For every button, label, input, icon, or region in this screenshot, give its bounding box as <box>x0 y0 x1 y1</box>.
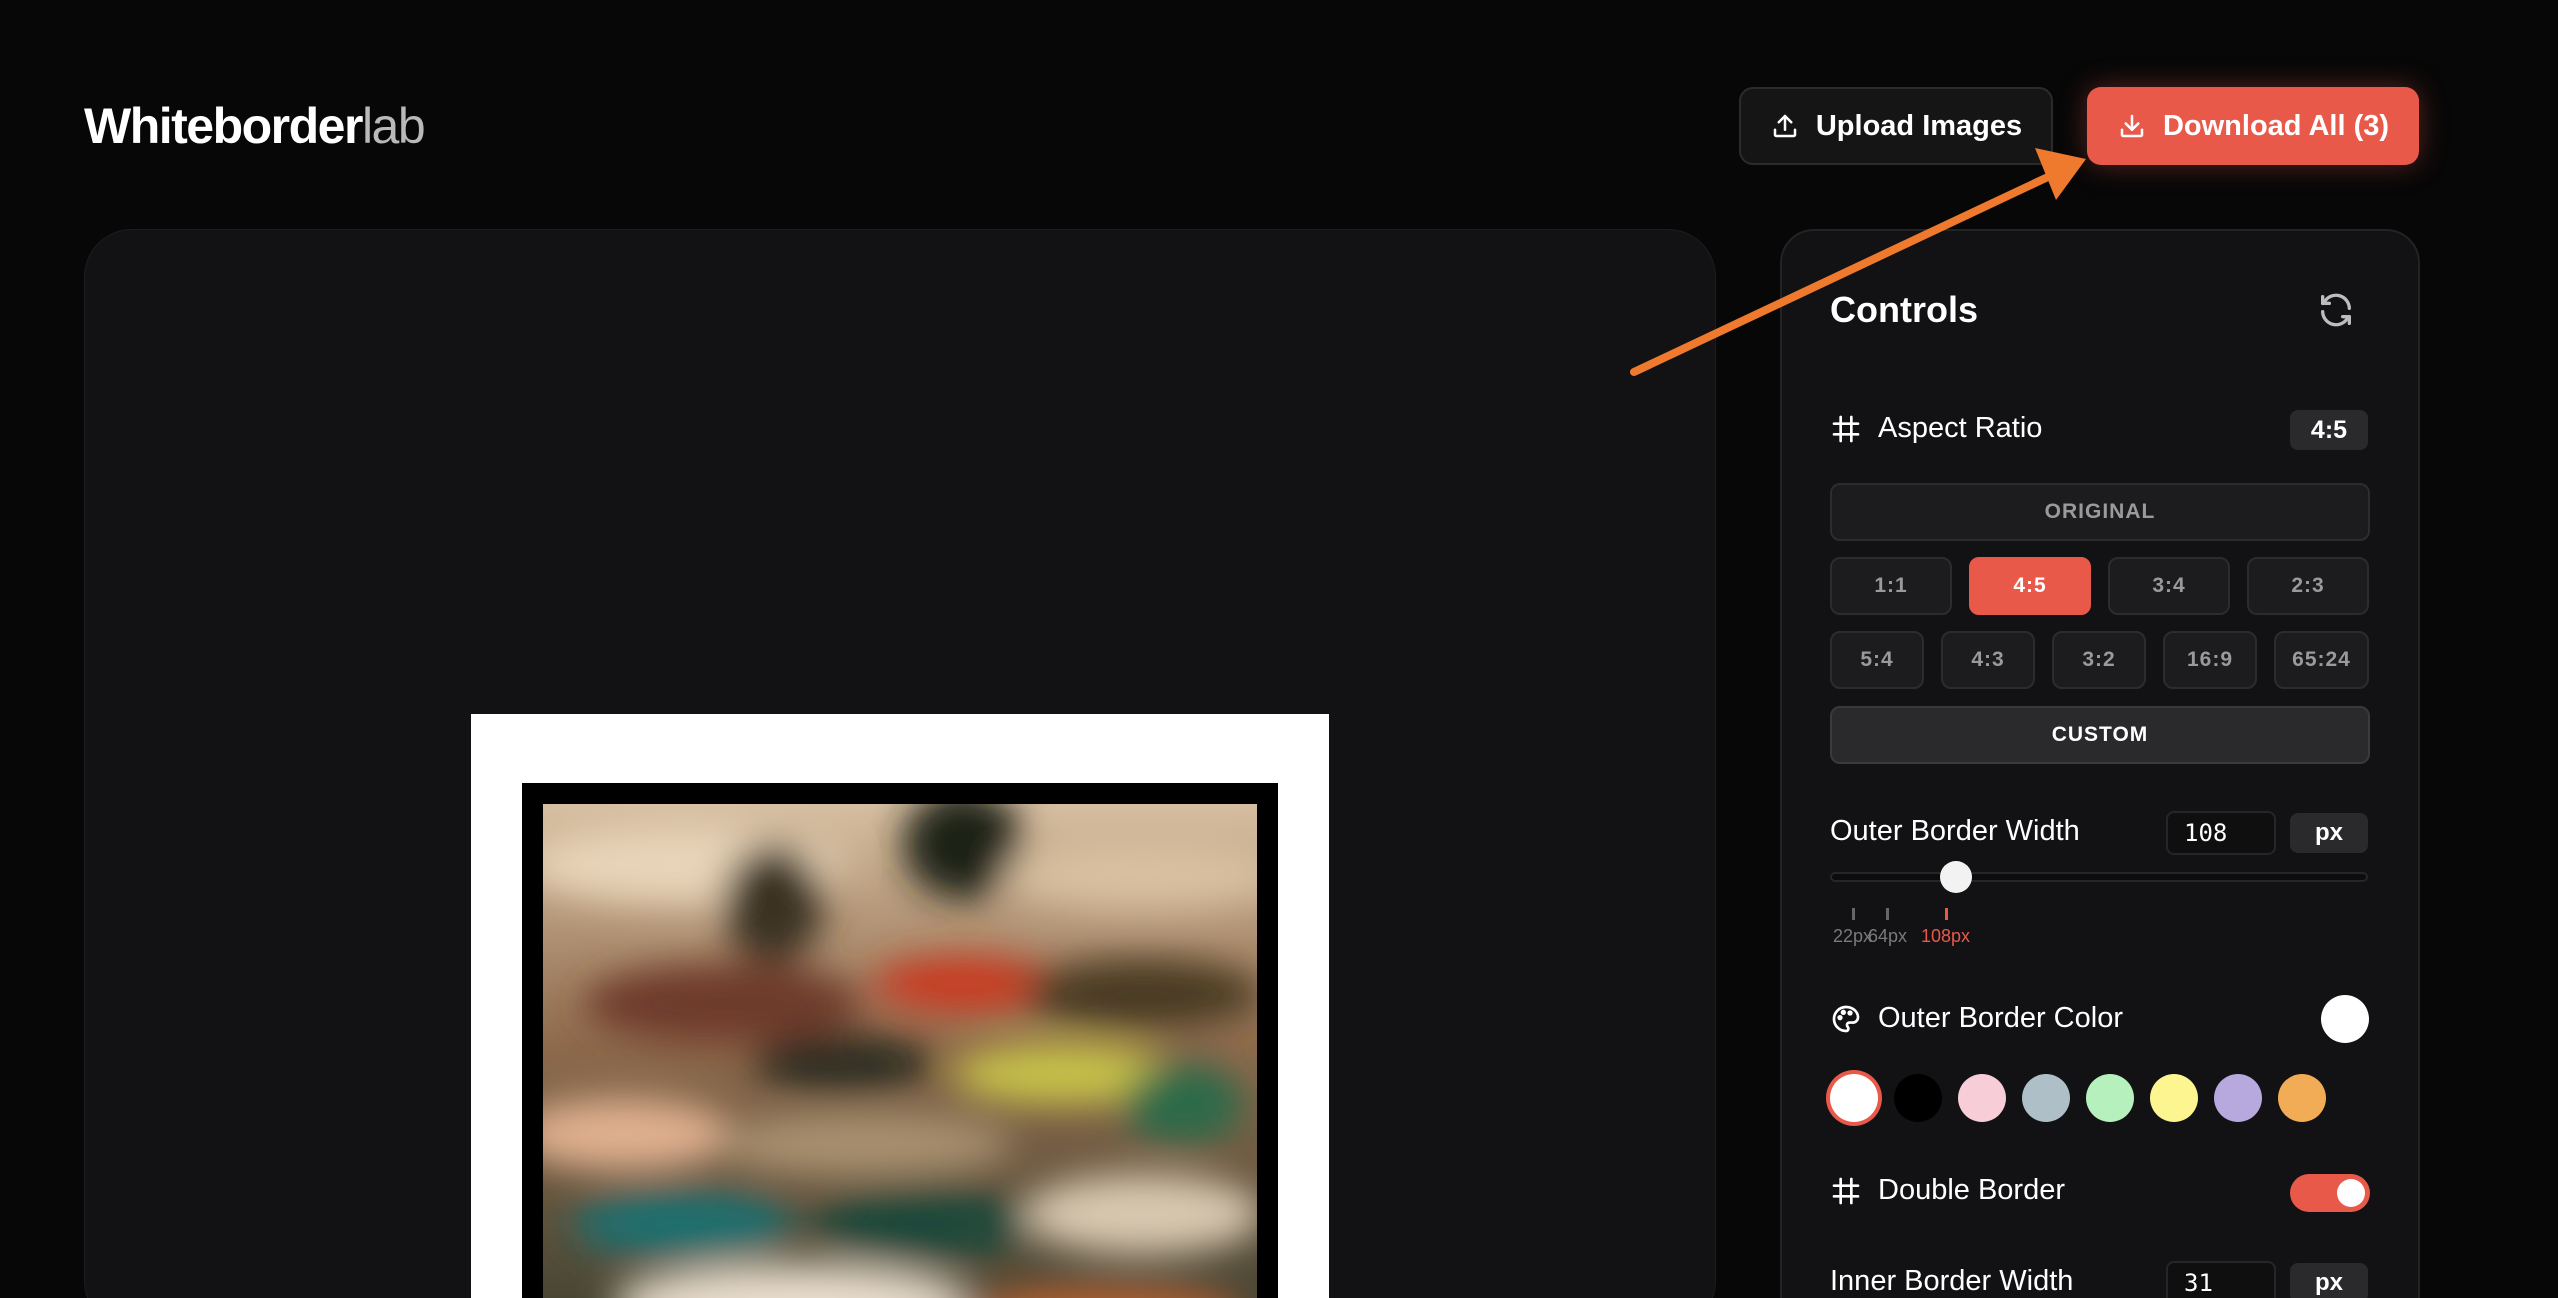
double-border-toggle[interactable] <box>2290 1174 2370 1212</box>
slider-tick <box>1852 908 1855 920</box>
inner-border-width-label: Inner Border Width <box>1830 1265 2074 1297</box>
outer-border-width-slider-track[interactable] <box>1830 872 2368 882</box>
app-logo: Whiteborderlab <box>84 96 426 156</box>
color-swatch-orange[interactable] <box>2278 1074 2326 1122</box>
upload-images-button[interactable]: Upload Images <box>1739 87 2053 165</box>
color-swatch-blue-gray[interactable] <box>2022 1074 2070 1122</box>
crop-grid-icon <box>1832 1177 1860 1204</box>
blurred-photo-image <box>543 804 1257 1298</box>
slider-tick-active <box>1945 908 1948 920</box>
color-swatch-mint[interactable] <box>2086 1074 2134 1122</box>
ratio-4-5-button[interactable]: 4:5 <box>1969 557 2091 615</box>
outer-border-color-label: Outer Border Color <box>1878 1002 2123 1034</box>
slider-tick <box>1886 908 1889 920</box>
ratio-16-9-button[interactable]: 16:9 <box>2163 631 2257 689</box>
outer-border-width-slider-thumb[interactable] <box>1940 861 1972 893</box>
ratio-65-24-button[interactable]: 65:24 <box>2274 631 2369 689</box>
download-icon <box>2120 114 2144 138</box>
outer-border-width-unit: px <box>2290 813 2368 853</box>
ratio-4-3-button[interactable]: 4:3 <box>1941 631 2035 689</box>
logo-light-text: lab <box>361 98 426 154</box>
crop-grid-icon <box>1832 415 1860 442</box>
color-swatch-black[interactable] <box>1894 1074 1942 1122</box>
tick-label-active[interactable]: 108px <box>1921 926 1970 947</box>
reset-icon[interactable] <box>2316 290 2356 330</box>
download-all-button[interactable]: Download All (3) <box>2087 87 2419 165</box>
color-swatch-pink[interactable] <box>1958 1074 2006 1122</box>
inner-border-width-heading: Inner Border Width <box>1830 1265 2073 1298</box>
ratio-5-4-button[interactable]: 5:4 <box>1830 631 1924 689</box>
upload-icon <box>1773 114 1797 138</box>
double-border-heading: Double Border <box>1830 1174 2065 1207</box>
color-swatch-white[interactable] <box>1830 1074 1878 1122</box>
ratio-3-2-button[interactable]: 3:2 <box>2052 631 2146 689</box>
inner-border-width-input[interactable]: 31 <box>2166 1261 2276 1298</box>
color-swatch-lavender[interactable] <box>2214 1074 2262 1122</box>
aspect-ratio-label: Aspect Ratio <box>1878 412 2043 444</box>
outer-border-color-heading: Outer Border Color <box>1830 1002 2123 1035</box>
preview-photo <box>543 804 1257 1298</box>
color-swatch-yellow[interactable] <box>2150 1074 2198 1122</box>
aspect-ratio-value-badge: 4:5 <box>2290 410 2368 450</box>
logo-bold-text: Whiteborder <box>84 98 363 154</box>
ratio-custom-button[interactable]: CUSTOM <box>1830 706 2370 764</box>
ratio-original-button[interactable]: ORIGINAL <box>1830 483 2370 541</box>
ratio-3-4-button[interactable]: 3:4 <box>2108 557 2230 615</box>
tick-label[interactable]: 64px <box>1868 926 1907 947</box>
outer-border-width-input[interactable]: 108 <box>2166 811 2276 855</box>
inner-border-width-unit: px <box>2290 1263 2368 1298</box>
toggle-knob <box>2337 1179 2365 1207</box>
tick-label[interactable]: 22px <box>1833 926 1872 947</box>
double-border-label: Double Border <box>1878 1174 2065 1206</box>
palette-icon <box>1832 1005 1860 1032</box>
download-all-label: Download All (3) <box>2162 109 2390 142</box>
ratio-1-1-button[interactable]: 1:1 <box>1830 557 1952 615</box>
ratio-2-3-button[interactable]: 2:3 <box>2247 557 2369 615</box>
outer-border-width-heading: Outer Border Width <box>1830 815 2080 848</box>
controls-title: Controls <box>1830 289 1978 330</box>
outer-border-width-label: Outer Border Width <box>1830 815 2080 847</box>
aspect-ratio-heading: Aspect Ratio <box>1830 412 2042 445</box>
outer-border-color-preview[interactable] <box>2321 995 2369 1043</box>
upload-images-label: Upload Images <box>1815 109 2023 142</box>
